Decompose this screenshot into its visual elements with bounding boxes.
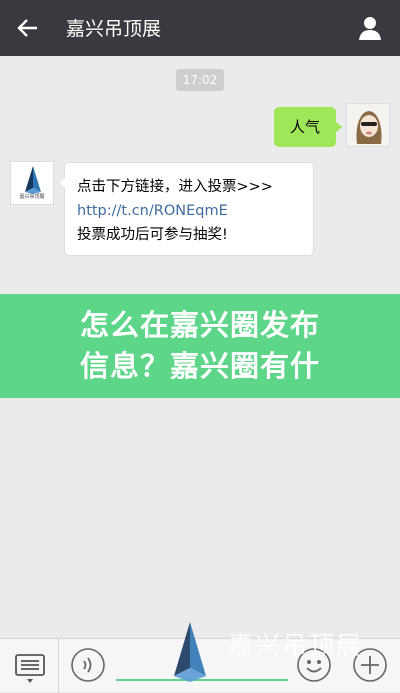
overlay-headline-banner: 怎么在嘉兴圈发布 信息？嘉兴圈有什 (0, 294, 400, 398)
profile-button[interactable] (354, 12, 386, 44)
back-button[interactable] (12, 12, 44, 44)
overlay-line-2: 信息？嘉兴圈有什 (79, 349, 320, 383)
message-input-field[interactable] (116, 679, 288, 681)
message-line-1: 点击下方链接，进入投票>>> (77, 179, 273, 195)
vote-link[interactable]: http://t.cn/RONEqmE (77, 199, 301, 223)
message-line-3: 投票成功后可参与抽奖! (77, 227, 228, 243)
bar-divider (58, 639, 59, 693)
voice-icon (71, 648, 105, 682)
chat-title: 嘉兴吊顶展 (66, 18, 162, 40)
user-avatar[interactable] (346, 103, 390, 147)
voice-button[interactable] (70, 647, 106, 683)
sender-avatar-caption: 嘉兴吊顶展 (19, 194, 45, 200)
menu-toggle-button[interactable] (10, 647, 50, 687)
girl-avatar-icon (347, 104, 389, 146)
sender-avatar[interactable]: 嘉兴吊顶展 (10, 161, 54, 205)
back-arrow-icon (17, 19, 37, 37)
message-timestamp: 17:02 (176, 69, 224, 91)
top-bar: 嘉兴吊顶展 (0, 0, 400, 56)
keyboard-menu-icon (15, 654, 45, 683)
outgoing-message-bubble[interactable]: 人气 (273, 107, 343, 147)
incoming-message-bubble[interactable]: 点击下方链接，进入投票>>> http://t.cn/RONEqmE 投票成功后… (58, 162, 314, 256)
person-icon (359, 17, 381, 40)
watermark-text: 嘉兴吊顶展 (228, 631, 364, 660)
overlay-line-1: 怎么在嘉兴圈发布 (79, 308, 320, 342)
